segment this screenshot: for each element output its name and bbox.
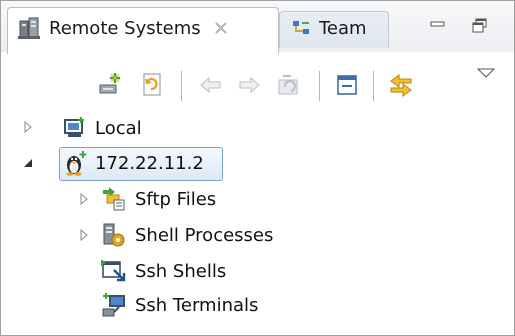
view-toolbar [1, 57, 514, 103]
remote-systems-view: Remote Systems Team Local 172.22.11.2 Sf… [0, 0, 515, 336]
collapse-all-icon[interactable] [333, 71, 361, 99]
tree-item-host[interactable]: 172.22.11.2 [63, 148, 204, 178]
shell-processes-icon [101, 222, 127, 248]
tree-item-shell-processes[interactable]: Shell Processes [101, 220, 273, 250]
home-icon[interactable] [275, 71, 303, 99]
tab-remote-systems-content[interactable]: Remote Systems [17, 13, 229, 43]
tab-label-remote-systems: Remote Systems [49, 17, 201, 39]
team-icon [291, 18, 313, 38]
tab-label-team: Team [319, 17, 367, 39]
tree-label-local: Local [95, 117, 142, 139]
sftp-files-icon [101, 186, 127, 212]
ssh-shells-icon [101, 258, 127, 284]
back-icon[interactable] [197, 71, 225, 99]
expand-shell-processes-twisty[interactable] [77, 228, 91, 242]
expand-local-twisty[interactable] [21, 120, 35, 134]
remote-systems-icon [17, 15, 43, 41]
tree-item-ssh-terminals[interactable]: Ssh Terminals [101, 290, 258, 320]
tree-item-ssh-shells[interactable]: Ssh Shells [101, 256, 226, 286]
toolbar-separator [181, 71, 182, 101]
tree-label-ssh-shells: Ssh Shells [135, 260, 227, 282]
toolbar-separator [319, 71, 320, 101]
tree-item-sftp-files[interactable]: Sftp Files [101, 184, 216, 214]
refresh-icon[interactable] [139, 71, 167, 99]
minimize-icon[interactable] [427, 15, 449, 37]
tree-label-host: 172.22.11.2 [95, 152, 204, 174]
tree-item-local[interactable]: Local [63, 113, 142, 143]
ssh-terminals-icon [101, 292, 127, 318]
tree-label-ssh-terminals: Ssh Terminals [135, 294, 259, 316]
tree-label-sftp-files: Sftp Files [135, 188, 217, 210]
close-icon[interactable] [213, 20, 229, 36]
forward-icon[interactable] [235, 71, 263, 99]
view-menu-icon[interactable] [475, 65, 503, 93]
collapse-host-twisty[interactable] [21, 156, 35, 170]
link-with-editor-icon[interactable] [387, 71, 415, 99]
local-computer-icon [63, 116, 87, 140]
linux-host-icon [63, 149, 89, 177]
tree-label-shell-processes: Shell Processes [135, 224, 274, 246]
toolbar-separator [373, 71, 374, 101]
maximize-icon[interactable] [469, 15, 491, 37]
tab-team-content[interactable]: Team [291, 13, 367, 43]
new-connection-icon[interactable] [97, 71, 125, 99]
expand-sftp-twisty[interactable] [77, 192, 91, 206]
